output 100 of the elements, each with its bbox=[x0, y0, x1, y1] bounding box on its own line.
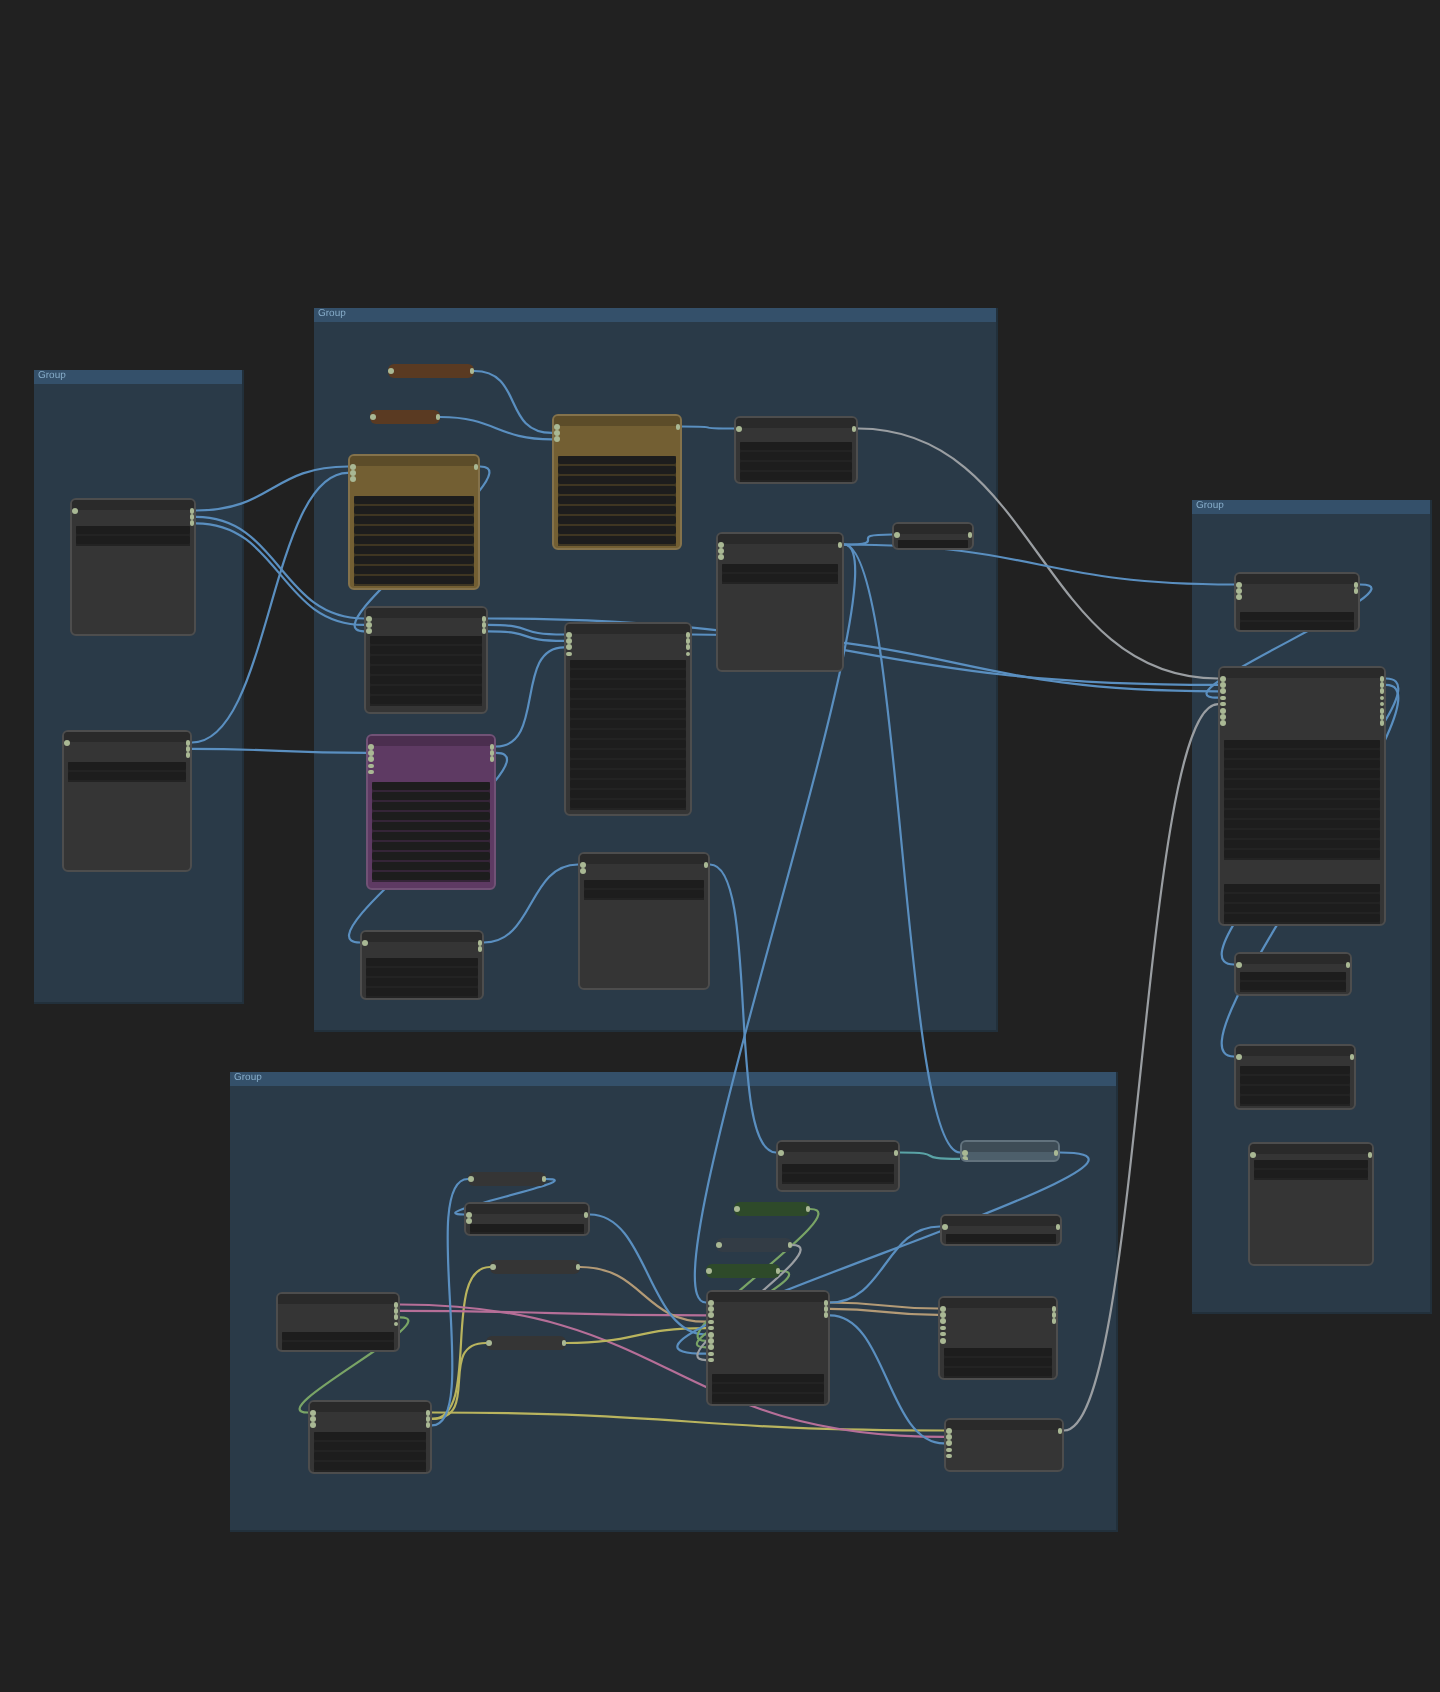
output-port-icon[interactable] bbox=[1055, 1224, 1060, 1229]
node-card[interactable] bbox=[944, 1418, 1064, 1472]
input-port-icon[interactable] bbox=[490, 1264, 495, 1270]
widget-field[interactable] bbox=[314, 1462, 426, 1470]
node-card[interactable] bbox=[734, 416, 858, 484]
widget-field[interactable] bbox=[282, 1342, 394, 1350]
output-port-icon[interactable] bbox=[541, 1176, 546, 1182]
widget-field[interactable] bbox=[558, 496, 676, 504]
widget-field[interactable] bbox=[558, 476, 676, 484]
node-card[interactable] bbox=[62, 730, 192, 872]
node-card[interactable] bbox=[1234, 1044, 1356, 1110]
output-port-icon[interactable] bbox=[583, 1212, 588, 1217]
node-card[interactable] bbox=[892, 522, 974, 550]
output-port-icon[interactable] bbox=[893, 1150, 898, 1155]
output-port-icon[interactable] bbox=[967, 532, 972, 537]
input-port-icon[interactable] bbox=[468, 1176, 473, 1182]
input-port-icon[interactable] bbox=[72, 508, 77, 513]
output-port-icon[interactable] bbox=[787, 1242, 792, 1248]
input-port-icon[interactable] bbox=[894, 532, 899, 537]
collapsed-node[interactable] bbox=[486, 1336, 566, 1350]
input-port-icon[interactable] bbox=[716, 1242, 721, 1248]
collapsed-node[interactable] bbox=[468, 1172, 546, 1186]
widget-field[interactable] bbox=[366, 988, 478, 996]
node-card[interactable] bbox=[716, 532, 844, 672]
widget-field[interactable] bbox=[558, 516, 676, 524]
output-port-icon[interactable] bbox=[1057, 1428, 1062, 1433]
node-card[interactable] bbox=[308, 1400, 432, 1474]
node-card[interactable] bbox=[706, 1290, 830, 1406]
output-port-icon[interactable] bbox=[703, 862, 708, 867]
widget-field[interactable] bbox=[354, 546, 474, 554]
collapsed-node[interactable] bbox=[706, 1264, 780, 1278]
widget-field[interactable] bbox=[354, 536, 474, 544]
widget-field[interactable] bbox=[1224, 914, 1380, 922]
widget-field[interactable] bbox=[558, 456, 676, 464]
node-card[interactable] bbox=[366, 734, 496, 890]
output-port-icon[interactable] bbox=[561, 1340, 566, 1346]
output-port-icon[interactable] bbox=[1367, 1152, 1372, 1157]
node-card[interactable] bbox=[348, 454, 480, 590]
node-card[interactable] bbox=[276, 1292, 400, 1352]
widget-field[interactable] bbox=[558, 486, 676, 494]
node-card[interactable] bbox=[364, 606, 488, 714]
output-port-icon[interactable] bbox=[805, 1206, 810, 1212]
node-card[interactable] bbox=[1234, 952, 1352, 996]
widget-field[interactable] bbox=[354, 516, 474, 524]
widget-field[interactable] bbox=[944, 1368, 1052, 1376]
collapsed-node[interactable] bbox=[490, 1260, 580, 1274]
output-port-icon[interactable] bbox=[575, 1264, 580, 1270]
input-port-icon[interactable] bbox=[734, 1206, 739, 1212]
node-card[interactable] bbox=[564, 622, 692, 816]
input-port-icon[interactable] bbox=[778, 1150, 783, 1155]
node-card[interactable] bbox=[70, 498, 196, 636]
widget-field[interactable] bbox=[712, 1394, 824, 1402]
collapsed-node[interactable] bbox=[370, 410, 440, 424]
output-port-icon[interactable] bbox=[837, 542, 842, 547]
widget-field[interactable] bbox=[558, 536, 676, 544]
input-port-icon[interactable] bbox=[362, 940, 367, 945]
node-card[interactable] bbox=[940, 1214, 1062, 1246]
widget-field[interactable] bbox=[354, 566, 474, 574]
node-card[interactable] bbox=[464, 1202, 590, 1236]
widget-field[interactable] bbox=[740, 472, 852, 480]
widget-field[interactable] bbox=[558, 466, 676, 474]
node-card[interactable] bbox=[552, 414, 682, 550]
input-port-icon[interactable] bbox=[942, 1224, 947, 1229]
input-port-icon[interactable] bbox=[370, 414, 375, 420]
widget-field[interactable] bbox=[372, 872, 490, 880]
widget-field[interactable] bbox=[354, 506, 474, 514]
input-port-icon[interactable] bbox=[1250, 1152, 1255, 1157]
input-port-icon[interactable] bbox=[736, 426, 741, 431]
node-card[interactable] bbox=[938, 1296, 1058, 1380]
collapsed-node[interactable] bbox=[388, 364, 474, 378]
input-port-icon[interactable] bbox=[486, 1340, 491, 1346]
input-port-icon[interactable] bbox=[706, 1268, 711, 1274]
widget-field[interactable] bbox=[898, 540, 968, 548]
widget-field[interactable] bbox=[354, 576, 474, 584]
widget-field[interactable] bbox=[354, 526, 474, 534]
widget-field[interactable] bbox=[354, 556, 474, 564]
output-port-icon[interactable] bbox=[469, 368, 474, 374]
output-port-icon[interactable] bbox=[473, 464, 478, 469]
widget-field[interactable] bbox=[1240, 622, 1354, 630]
node-card[interactable] bbox=[578, 852, 710, 990]
input-port-icon[interactable] bbox=[1236, 1054, 1241, 1059]
input-port-icon[interactable] bbox=[388, 368, 393, 374]
output-port-icon[interactable] bbox=[675, 424, 680, 429]
widget-field[interactable] bbox=[558, 526, 676, 534]
output-port-icon[interactable] bbox=[1349, 1054, 1354, 1059]
output-port-icon[interactable] bbox=[775, 1268, 780, 1274]
node-card[interactable] bbox=[360, 930, 484, 1000]
collapsed-node[interactable] bbox=[734, 1202, 810, 1216]
output-port-icon[interactable] bbox=[851, 426, 856, 431]
output-port-icon[interactable] bbox=[435, 414, 440, 420]
node-card[interactable] bbox=[776, 1140, 900, 1192]
widget-field[interactable] bbox=[354, 496, 474, 504]
collapsed-node[interactable] bbox=[716, 1238, 792, 1252]
node-card[interactable] bbox=[1218, 666, 1386, 926]
widget-field[interactable] bbox=[372, 782, 490, 790]
input-port-icon[interactable] bbox=[1236, 962, 1241, 967]
widget-field[interactable] bbox=[558, 506, 676, 514]
output-port-icon[interactable] bbox=[1053, 1150, 1058, 1155]
node-card[interactable] bbox=[960, 1140, 1060, 1162]
node-card[interactable] bbox=[1234, 572, 1360, 632]
